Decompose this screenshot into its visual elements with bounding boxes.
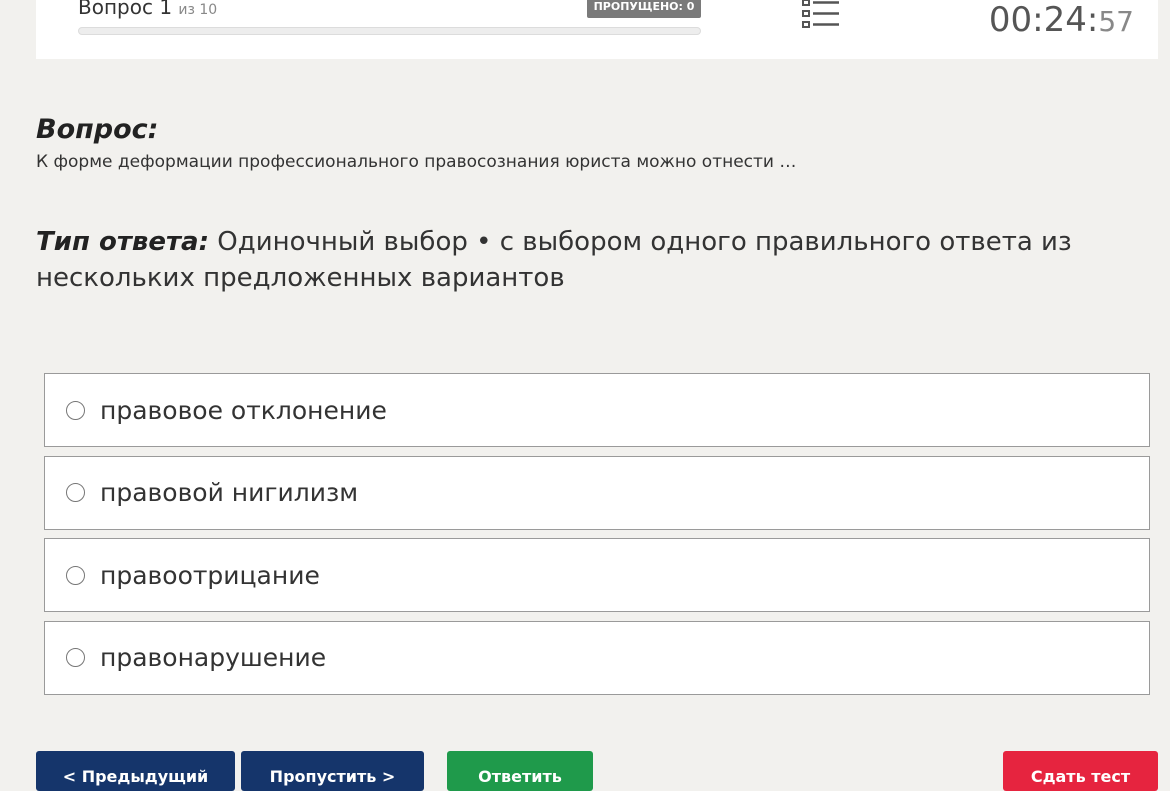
skip-button[interactable]: Пропустить > <box>241 751 424 791</box>
timer-seconds: 57 <box>1098 5 1134 38</box>
answer-option-label: правоотрицание <box>100 560 320 590</box>
answer-options: правовое отклонение правовой нигилизм пр… <box>44 373 1150 703</box>
answer-type: Тип ответа: Одиночный выбор • с выбором … <box>36 224 1116 296</box>
answer-option[interactable]: правовое отклонение <box>44 373 1150 447</box>
skipped-badge: ПРОПУЩЕНО: 0 <box>587 0 701 18</box>
answer-button[interactable]: Ответить <box>447 751 593 791</box>
answer-option[interactable]: правонарушение <box>44 620 1150 695</box>
radio-button[interactable] <box>66 648 85 667</box>
answer-option-label: правонарушение <box>100 643 327 672</box>
answer-option-label: правовой нигилизм <box>100 478 359 507</box>
radio-button[interactable] <box>66 483 85 502</box>
answer-type-label: Тип ответа: <box>36 227 209 257</box>
radio-button[interactable] <box>66 400 85 420</box>
timer: 00:24:57 <box>989 0 1134 42</box>
question-heading: Вопрос: <box>36 114 159 145</box>
question-text: К форме деформации профессионального пра… <box>36 152 797 172</box>
question-counter: Вопрос 1 из 10 <box>78 0 217 23</box>
answer-option-label: правовое отклонение <box>100 395 387 425</box>
timer-main: 00:24: <box>988 0 1099 40</box>
prev-button[interactable]: < Предыдущий <box>36 751 235 791</box>
radio-button[interactable] <box>66 565 85 585</box>
header-panel: Вопрос 1 из 10 ПРОПУЩЕНО: 0 00:24:57 <box>36 0 1158 59</box>
finish-test-button[interactable]: Сдать тест <box>1003 751 1158 791</box>
progress-bar <box>78 27 701 35</box>
question-total: из 10 <box>178 2 218 18</box>
answer-option[interactable]: правоотрицание <box>44 538 1150 612</box>
list-icon[interactable] <box>802 0 840 32</box>
answer-option[interactable]: правовой нигилизм <box>44 455 1150 530</box>
question-number: Вопрос 1 <box>78 0 173 19</box>
